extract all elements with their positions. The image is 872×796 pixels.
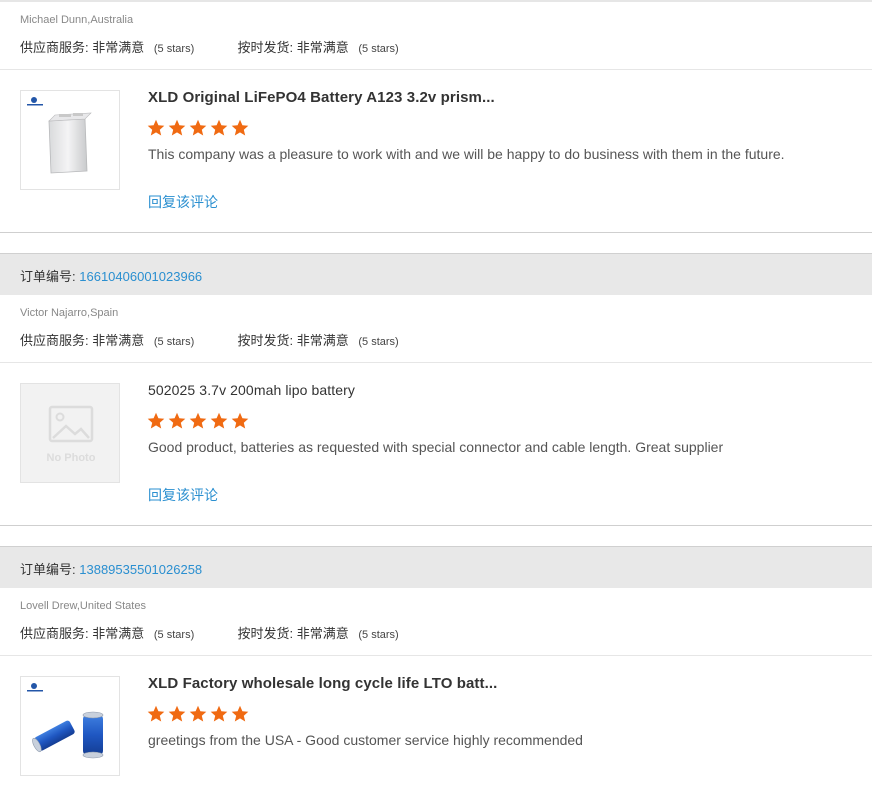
reviewer-name: Michael Dunn,Australia <box>20 14 134 26</box>
reply-link[interactable]: 回复该评论 <box>148 485 218 505</box>
on-time-stars: (5 stars) <box>358 43 399 55</box>
star-icon <box>210 119 228 136</box>
on-time-stars: (5 stars) <box>358 336 399 348</box>
supplier-service-stars: (5 stars) <box>153 43 195 55</box>
divider <box>0 362 872 363</box>
prismatic-battery-icon <box>27 97 92 174</box>
star-icon <box>231 412 249 429</box>
on-time-value: 非常满意 <box>296 333 349 348</box>
supplier-service-label: 供应商服务: <box>20 626 89 641</box>
reply-link[interactable]: 回复该评论 <box>148 192 218 212</box>
on-time-label: 按时发货: <box>237 40 294 55</box>
star-icon <box>189 705 207 722</box>
reviewer-name: Lovell Drew,United States <box>20 600 146 612</box>
star-icon <box>147 119 165 136</box>
star-icon <box>168 412 186 429</box>
divider <box>0 69 872 70</box>
star-icon <box>231 705 249 722</box>
supplier-service-stars: (5 stars) <box>153 336 195 348</box>
ratings-summary: 供应商服务: 非常满意 (5 stars) 按时发货: 非常满意 (5 star… <box>20 623 399 642</box>
on-time-value: 非常满意 <box>296 40 349 55</box>
on-time-label: 按时发货: <box>237 626 294 641</box>
star-icon <box>210 705 228 722</box>
review-text: Good product, batteries as requested wit… <box>148 439 724 455</box>
on-time-value: 非常满意 <box>296 626 349 641</box>
supplier-service-value: 非常满意 <box>92 40 145 55</box>
star-icon <box>231 119 249 136</box>
order-number-label: 订单编号: <box>20 562 76 577</box>
top-divider <box>0 0 872 2</box>
supplier-service-label: 供应商服务: <box>20 333 89 348</box>
order-number-link[interactable]: 16610406001023966 <box>79 269 202 284</box>
star-icon <box>168 705 186 722</box>
star-icon <box>189 412 207 429</box>
order-header: 订单编号: 13889535501026258 <box>0 546 872 588</box>
order-number-label: 订单编号: <box>20 269 76 284</box>
product-image[interactable] <box>20 90 120 190</box>
product-title[interactable]: XLD Factory wholesale long cycle life LT… <box>148 675 497 692</box>
supplier-service-label: 供应商服务: <box>20 40 89 55</box>
on-time-stars: (5 stars) <box>358 629 399 641</box>
ratings-summary: 供应商服务: 非常满意 (5 stars) 按时发货: 非常满意 (5 star… <box>20 330 399 349</box>
product-image[interactable]: No Photo <box>20 383 120 483</box>
no-photo-label: No Photo <box>47 452 96 464</box>
review-text: This company was a pleasure to work with… <box>148 146 785 162</box>
review-text: greetings from the USA - Good customer s… <box>148 732 583 748</box>
supplier-service-stars: (5 stars) <box>153 629 195 641</box>
product-title[interactable]: XLD Original LiFePO4 Battery A123 3.2v p… <box>148 89 495 106</box>
product-title[interactable]: 502025 3.7v 200mah lipo battery <box>148 382 355 398</box>
order-header: 订单编号: 16610406001023966 <box>0 253 872 295</box>
product-image[interactable] <box>20 676 120 776</box>
section-divider <box>0 525 872 526</box>
reviewer-name: Victor Najarro,Spain <box>20 307 119 319</box>
star-icon <box>147 412 165 429</box>
divider <box>0 655 872 656</box>
supplier-service-value: 非常满意 <box>92 333 145 348</box>
cylindrical-battery-icon <box>27 683 104 759</box>
section-divider <box>0 232 872 233</box>
star-icon <box>189 119 207 136</box>
star-icon <box>168 119 186 136</box>
rating-stars <box>147 412 252 430</box>
star-icon <box>147 705 165 722</box>
supplier-service-value: 非常满意 <box>92 626 145 641</box>
no-photo-icon: No Photo <box>47 405 96 464</box>
rating-stars <box>147 119 252 137</box>
on-time-label: 按时发货: <box>237 333 294 348</box>
order-number-link[interactable]: 13889535501026258 <box>79 562 202 577</box>
rating-stars <box>147 705 252 723</box>
star-icon <box>210 412 228 429</box>
ratings-summary: 供应商服务: 非常满意 (5 stars) 按时发货: 非常满意 (5 star… <box>20 37 399 56</box>
